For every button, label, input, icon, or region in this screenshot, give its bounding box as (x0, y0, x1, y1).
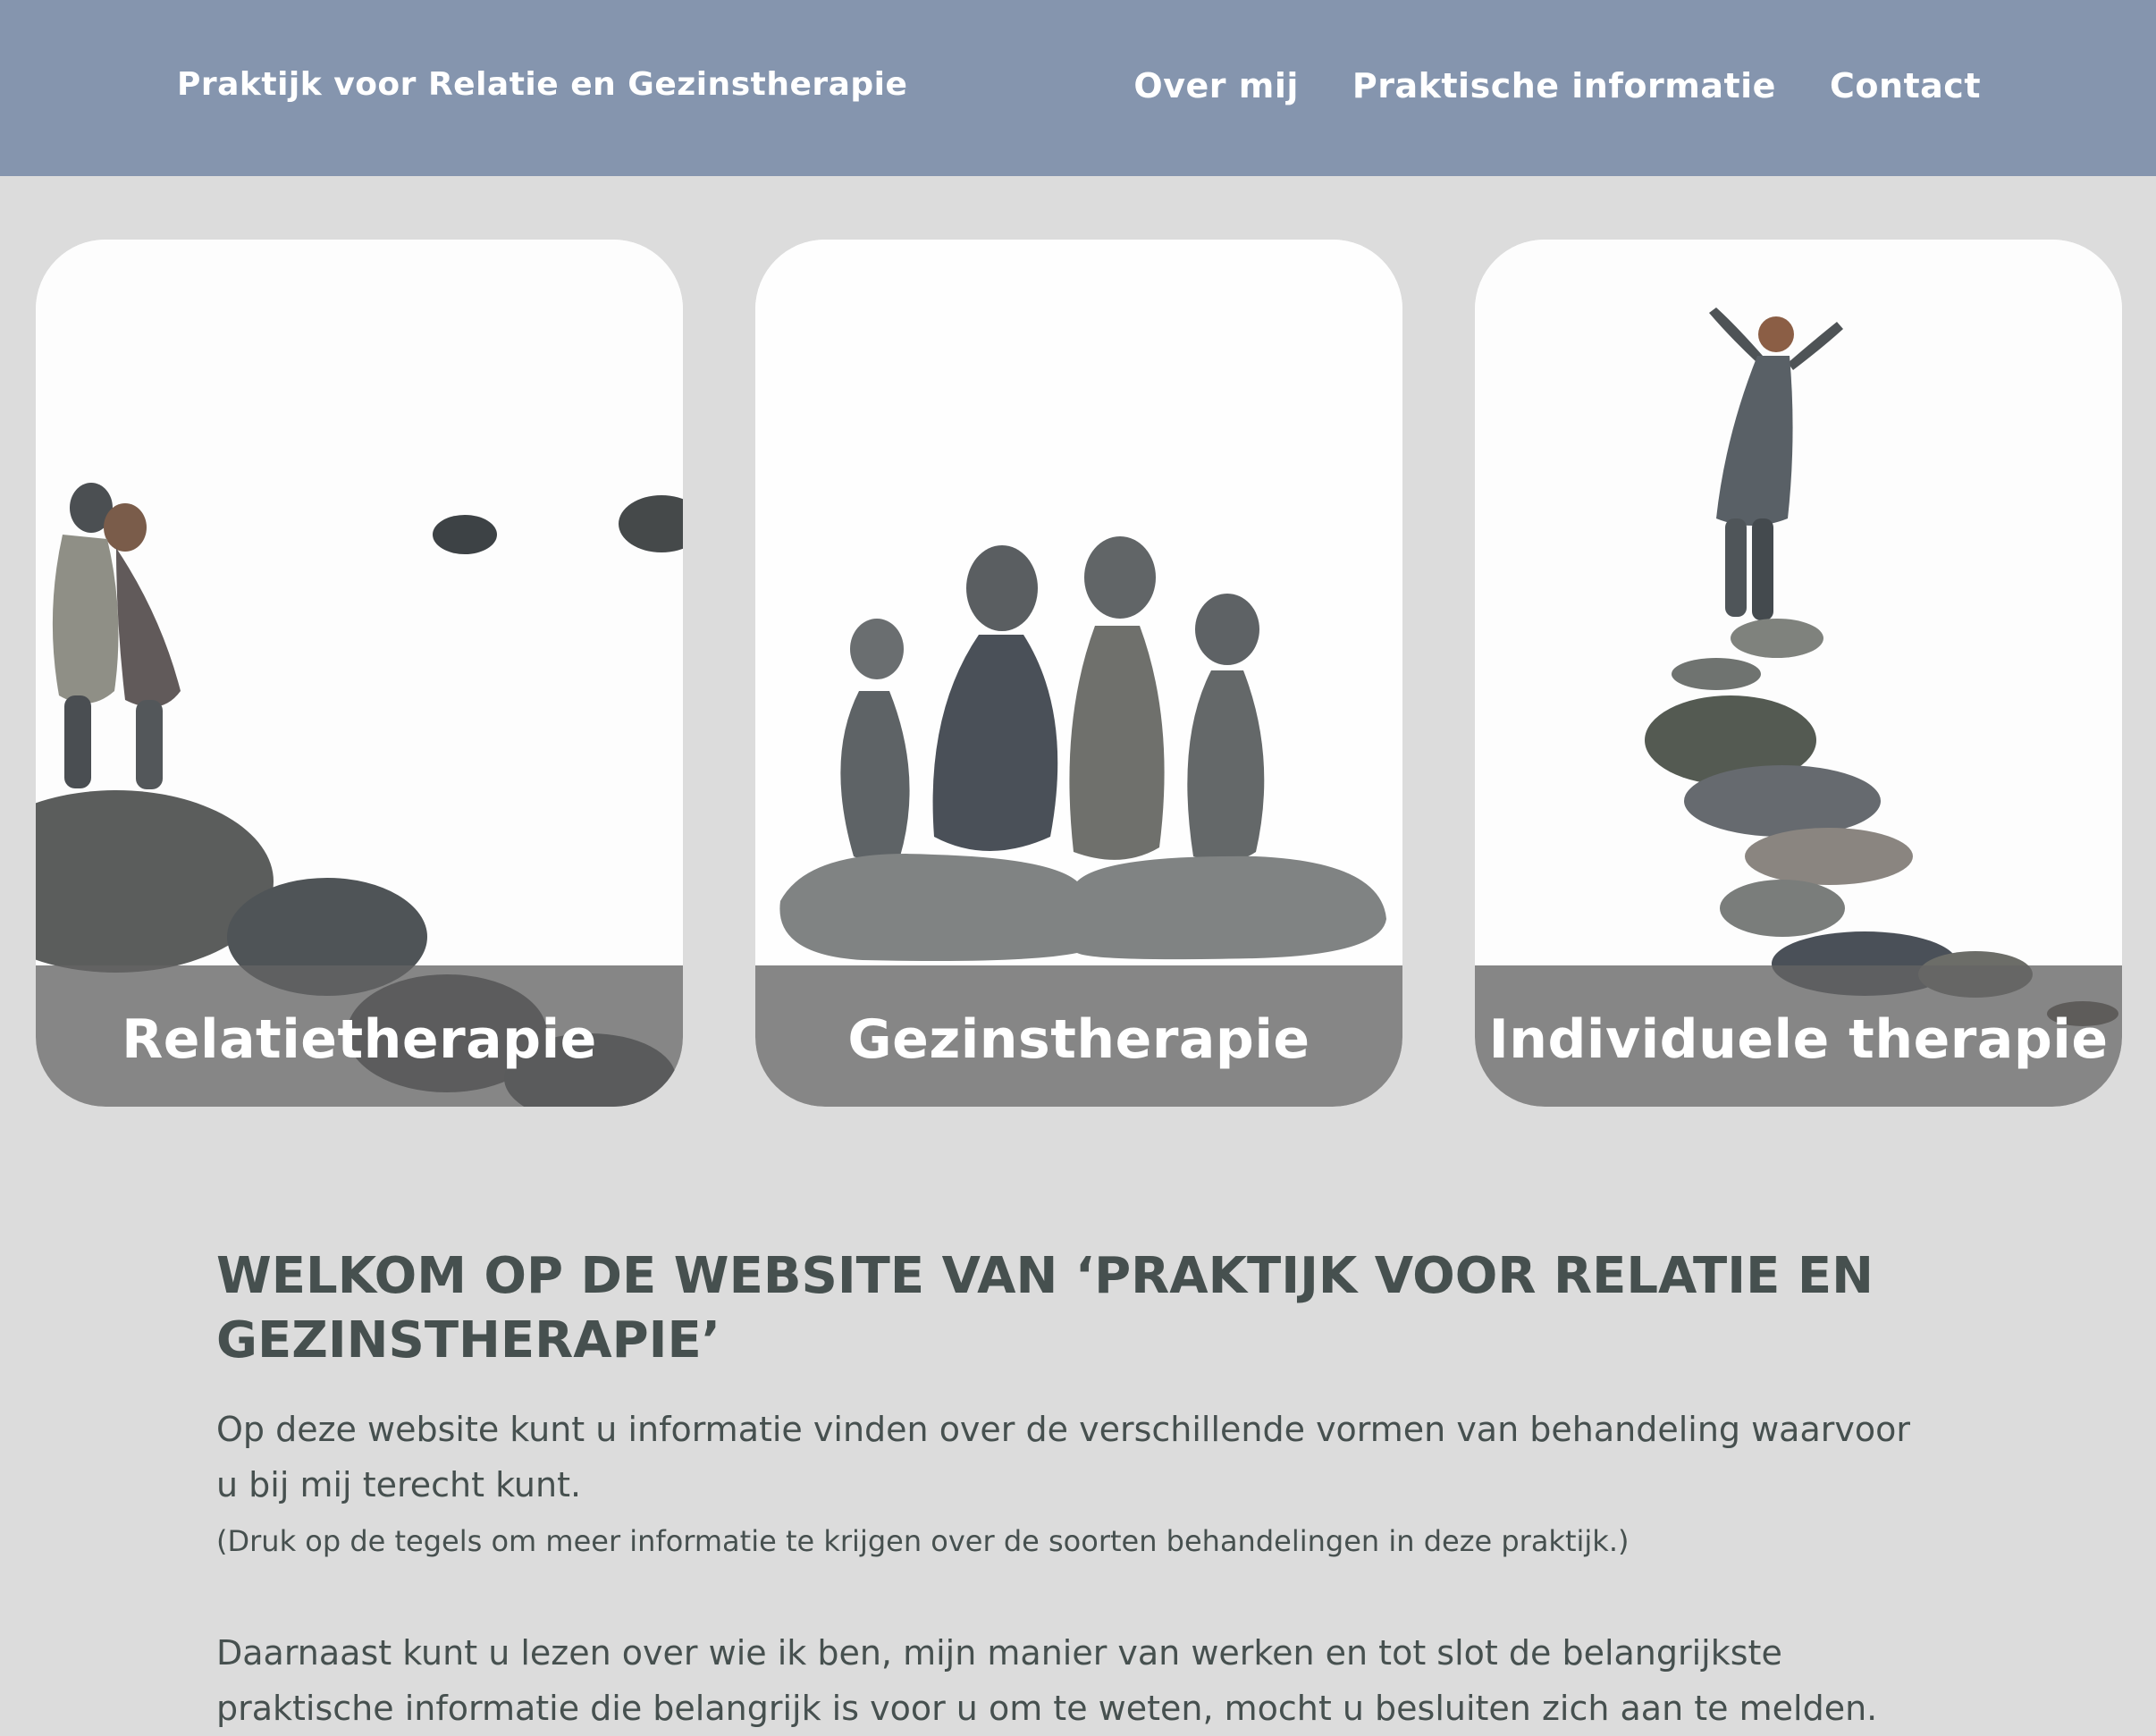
tile-label-individuele-therapie[interactable]: Individuele therapie (1475, 1008, 2122, 1071)
tile-label-gezinstherapie[interactable]: Gezinstherapie (755, 1008, 1402, 1071)
tile-individuele-therapie[interactable]: Individuele therapie (1475, 240, 2122, 1107)
site-header: Praktijk voor Relatie en Gezinstherapie … (0, 0, 2156, 176)
welcome-section: WELKOM OP DE WEBSITE VAN ‘PRAKTIJK VOOR … (216, 1244, 1933, 1736)
main-nav: Over mij Praktische informatie Contact (1133, 66, 1981, 105)
intro-paragraph: Op deze website kunt u informatie vinden… (216, 1410, 1910, 1504)
tile-label-relatietherapie[interactable]: Relatietherapie (36, 1008, 683, 1071)
welcome-heading: WELKOM OP DE WEBSITE VAN ‘PRAKTIJK VOOR … (216, 1247, 1874, 1369)
tile-relatietherapie[interactable]: Relatietherapie (36, 240, 683, 1107)
tile-gezinstherapie[interactable]: Gezinstherapie (755, 240, 1402, 1107)
nav-link-over-mij[interactable]: Over mij (1133, 66, 1298, 105)
nav-link-praktische-informatie[interactable]: Praktische informatie (1352, 66, 1776, 105)
tiles-hint-paragraph: (Druk op de tegels om meer informatie te… (216, 1524, 1630, 1558)
about-paragraph: Daarnaast kunt u lezen over wie ik ben, … (216, 1633, 1878, 1728)
nav-link-contact[interactable]: Contact (1830, 66, 1981, 105)
site-title[interactable]: Praktijk voor Relatie en Gezinstherapie (177, 66, 907, 103)
